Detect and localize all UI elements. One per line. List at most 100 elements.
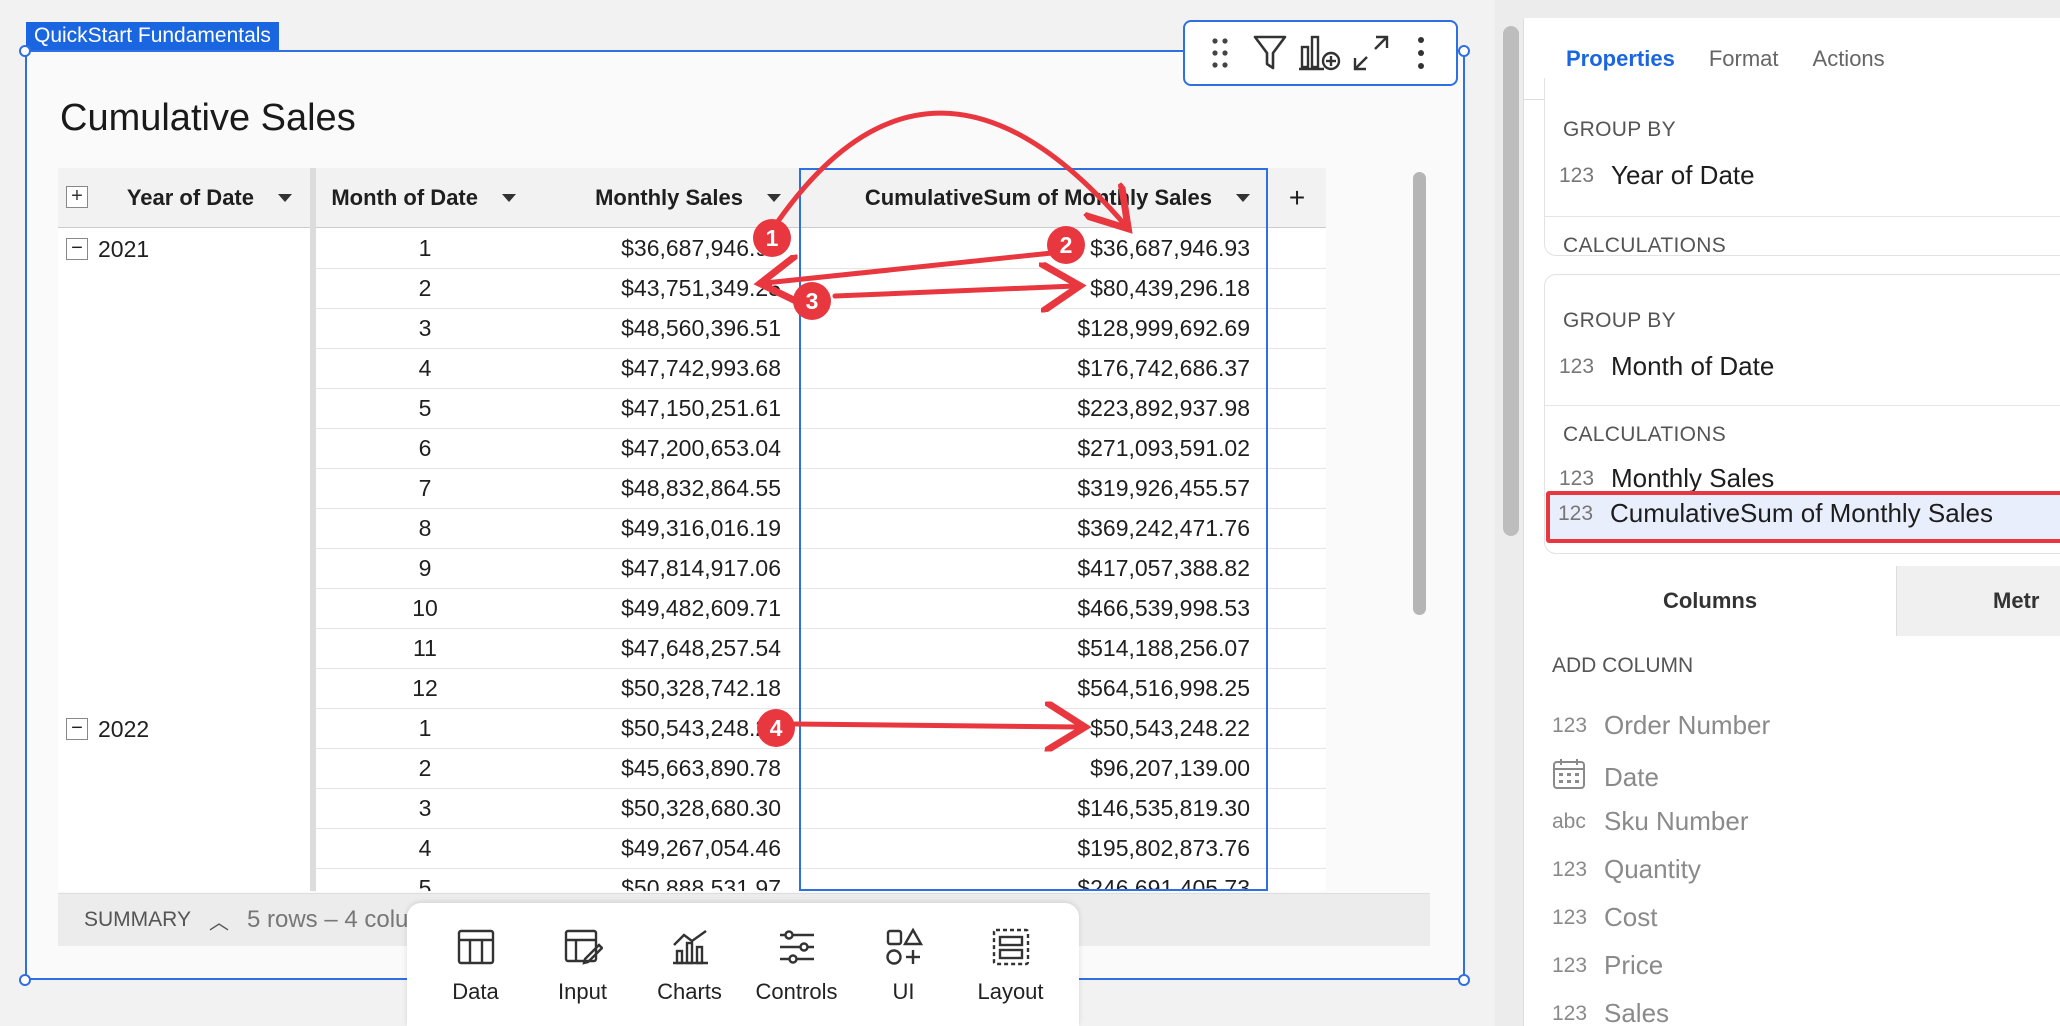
cell-month[interactable]: 12 <box>316 669 534 709</box>
cell-cumulative-sum[interactable]: $369,242,471.76 <box>799 509 1268 549</box>
cell-month[interactable]: 6 <box>316 429 534 469</box>
chevron-down-icon[interactable] <box>278 194 292 202</box>
expand-all-icon[interactable]: + <box>66 186 88 208</box>
chevron-down-icon[interactable] <box>767 194 781 202</box>
cell-cumulative-sum[interactable]: $223,892,937.98 <box>799 389 1268 429</box>
tab-columns[interactable]: Columns <box>1524 566 1896 636</box>
cell-monthly-sales[interactable]: $45,663,890.78 <box>534 749 799 789</box>
ui-button[interactable]: UI <box>854 925 954 1005</box>
drag-handle-icon[interactable] <box>1198 31 1242 75</box>
cell-cumulative-sum[interactable]: $128,999,692.69 <box>799 309 1268 349</box>
cell-cumulative-sum[interactable]: $514,188,256.07 <box>799 629 1268 669</box>
add-column-button[interactable]: + <box>1268 168 1326 228</box>
resize-handle-bottom-right[interactable] <box>1458 974 1470 986</box>
cell-month[interactable]: 7 <box>316 469 534 509</box>
cell-monthly-sales[interactable]: $49,482,609.71 <box>534 589 799 629</box>
header-cumulative-sum[interactable]: CumulativeSum of Monthly Sales <box>799 168 1268 228</box>
cell-cumulative-sum[interactable]: $417,057,388.82 <box>799 549 1268 589</box>
tab-metrics[interactable]: Metr <box>1896 566 2060 636</box>
source-column-cost[interactable]: 123 Cost <box>1552 902 1657 933</box>
filter-icon[interactable] <box>1248 31 1292 75</box>
cell-month[interactable]: 5 <box>316 389 534 429</box>
cell-cumulative-sum[interactable]: $176,742,686.37 <box>799 349 1268 389</box>
source-column-date[interactable]: Date <box>1552 758 1659 796</box>
cell-cumulative-sum[interactable]: $466,539,998.53 <box>799 589 1268 629</box>
cell-monthly-sales[interactable]: $48,560,396.51 <box>534 309 799 349</box>
expand-icon[interactable] <box>1349 31 1393 75</box>
header-month-of-date[interactable]: Month of Date <box>316 168 534 228</box>
cell-month[interactable]: 2 <box>316 269 534 309</box>
add-chart-icon[interactable] <box>1298 31 1342 75</box>
more-options-icon[interactable] <box>1399 31 1443 75</box>
cell-monthly-sales[interactable]: $47,150,251.61 <box>534 389 799 429</box>
cell-month[interactable]: 1 <box>316 709 534 749</box>
cell-month[interactable]: 1 <box>316 229 534 269</box>
cell-cumulative-sum[interactable]: $246,691,405.73 <box>799 869 1268 891</box>
cell-cumulative-sum[interactable]: $50,543,248.22 <box>799 709 1268 749</box>
calculations-label: CALCULATIONS <box>1563 423 1727 446</box>
calc-field-cumulative-sum[interactable]: 123 CumulativeSum of Monthly Sales <box>1558 498 1993 529</box>
year-row-2022[interactable]: − 2022 <box>66 709 149 749</box>
cell-monthly-sales[interactable]: $47,648,257.54 <box>534 629 799 669</box>
cell-cumulative-sum[interactable]: $564,516,998.25 <box>799 669 1268 709</box>
resize-handle-bottom-left[interactable] <box>19 974 31 986</box>
cell-month[interactable]: 5 <box>316 869 534 891</box>
source-column-sales[interactable]: 123 Sales <box>1552 998 1669 1026</box>
cell-month[interactable]: 3 <box>316 309 534 349</box>
cell-month[interactable]: 2 <box>316 749 534 789</box>
cell-month[interactable]: 10 <box>316 589 534 629</box>
header-monthly-sales[interactable]: Monthly Sales <box>534 168 799 228</box>
table-row-filler <box>1268 229 1326 269</box>
cell-cumulative-sum[interactable]: $319,926,455.57 <box>799 469 1268 509</box>
header-year-of-date[interactable]: + Year of Date <box>58 168 310 228</box>
cell-cumulative-sum[interactable]: $146,535,819.30 <box>799 789 1268 829</box>
cell-month[interactable]: 3 <box>316 789 534 829</box>
chevron-up-icon[interactable]: ︿ <box>209 906 229 935</box>
source-column-order-number[interactable]: 123 Order Number <box>1552 710 1770 741</box>
cell-cumulative-sum[interactable]: $271,093,591.02 <box>799 429 1268 469</box>
chevron-down-icon[interactable] <box>1236 194 1250 202</box>
cell-cumulative-sum[interactable]: $36,687,946.93 <box>799 229 1268 269</box>
cell-monthly-sales[interactable]: $50,328,680.30 <box>534 789 799 829</box>
year-row-2021[interactable]: − 2021 <box>66 229 149 269</box>
calc-field-monthly-sales[interactable]: 123 Monthly Sales <box>1559 463 1774 494</box>
workbook-tag[interactable]: QuickStart Fundamentals <box>26 22 279 50</box>
cell-monthly-sales[interactable]: $47,814,917.06 <box>534 549 799 589</box>
source-column-quantity[interactable]: 123 Quantity <box>1552 854 1701 885</box>
collapse-icon[interactable]: − <box>66 238 88 260</box>
charts-button[interactable]: Charts <box>640 925 740 1005</box>
cell-monthly-sales[interactable]: $50,328,742.18 <box>534 669 799 709</box>
group-field-year[interactable]: 123 Year of Date <box>1559 160 1755 191</box>
resize-handle-top-right[interactable] <box>1458 45 1470 57</box>
collapse-icon[interactable]: − <box>66 718 88 740</box>
data-button[interactable]: Data <box>426 925 526 1005</box>
cell-monthly-sales[interactable]: $50,543,248.22 <box>534 709 799 749</box>
cell-cumulative-sum[interactable]: $80,439,296.18 <box>799 269 1268 309</box>
cell-month[interactable]: 11 <box>316 629 534 669</box>
cell-monthly-sales[interactable]: $47,742,993.68 <box>534 349 799 389</box>
cell-monthly-sales[interactable]: $43,751,349.25 <box>534 269 799 309</box>
source-column-sku-number[interactable]: abc Sku Number <box>1552 806 1749 837</box>
cell-month[interactable]: 8 <box>316 509 534 549</box>
element-title[interactable]: Cumulative Sales <box>60 97 356 140</box>
cell-monthly-sales[interactable]: $36,687,946.93 <box>534 229 799 269</box>
group-field-month[interactable]: 123 Month of Date <box>1559 351 1774 382</box>
table-scrollbar[interactable] <box>1413 172 1426 615</box>
canvas-scrollbar[interactable] <box>1503 26 1519 536</box>
cell-monthly-sales[interactable]: $47,200,653.04 <box>534 429 799 469</box>
cell-month[interactable]: 4 <box>316 829 534 869</box>
chevron-down-icon[interactable] <box>502 194 516 202</box>
cell-monthly-sales[interactable]: $49,316,016.19 <box>534 509 799 549</box>
cell-cumulative-sum[interactable]: $195,802,873.76 <box>799 829 1268 869</box>
cell-monthly-sales[interactable]: $48,832,864.55 <box>534 469 799 509</box>
cell-month[interactable]: 9 <box>316 549 534 589</box>
source-column-price[interactable]: 123 Price <box>1552 950 1663 981</box>
controls-button[interactable]: Controls <box>747 925 847 1005</box>
layout-button[interactable]: Layout <box>961 925 1061 1005</box>
cell-month[interactable]: 4 <box>316 349 534 389</box>
input-button[interactable]: Input <box>533 925 633 1005</box>
cell-monthly-sales[interactable]: $49,267,054.46 <box>534 829 799 869</box>
cell-cumulative-sum[interactable]: $96,207,139.00 <box>799 749 1268 789</box>
resize-handle-top-left[interactable] <box>19 45 31 57</box>
cell-monthly-sales[interactable]: $50,888,531.97 <box>534 869 799 891</box>
